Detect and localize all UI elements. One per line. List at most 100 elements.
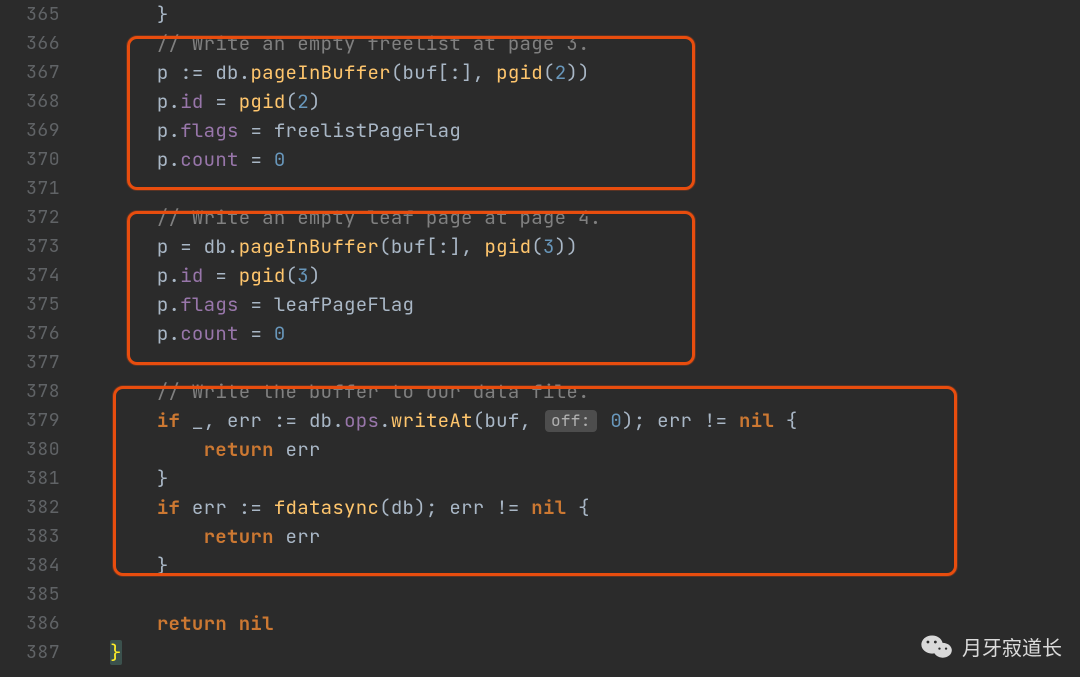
line-number: 365 (0, 0, 78, 29)
code-line[interactable]: p.count = 0 (78, 319, 1080, 348)
code-editor[interactable]: 365 366 367 368 369 370 371 372 373 374 … (0, 0, 1080, 677)
num-2: 2 (297, 89, 309, 114)
line-number: 378 (0, 377, 78, 406)
op-eq: = (180, 234, 192, 259)
param-hint-off: off: (545, 410, 597, 432)
code-line[interactable]: p.flags = freelistPageFlag (78, 116, 1080, 145)
op-eq: = (215, 263, 227, 288)
code-area[interactable]: } // Write an empty freelist at page 3. … (78, 0, 1080, 677)
kw-nil: nil (531, 495, 566, 520)
ident-err: err (192, 495, 227, 520)
num-0: 0 (274, 147, 286, 172)
line-number: 383 (0, 522, 78, 551)
line-number: 368 (0, 87, 78, 116)
kw-if: if (157, 408, 180, 433)
code-line[interactable] (78, 174, 1080, 203)
brace-close: } (157, 2, 169, 27)
field-flags: flags (180, 118, 239, 143)
field-count: count (180, 321, 239, 346)
line-number: 381 (0, 464, 78, 493)
ident-p: p (157, 147, 169, 172)
call-pageinbuffer: pageInBuffer (250, 60, 390, 85)
ident-p: p (157, 292, 169, 317)
code-line[interactable]: // Write an empty leaf page at page 4. (78, 203, 1080, 232)
ident-p: p (157, 263, 169, 288)
ident-err: err (449, 495, 484, 520)
num-2: 2 (555, 60, 567, 85)
line-number: 367 (0, 58, 78, 87)
line-number: 369 (0, 116, 78, 145)
kw-return: return (204, 437, 274, 462)
code-line[interactable]: return err (78, 435, 1080, 464)
code-line[interactable]: if err := fdatasync(db); err != nil { (78, 493, 1080, 522)
code-line[interactable] (78, 580, 1080, 609)
field-id: id (180, 89, 203, 114)
op-ne: != (704, 408, 727, 433)
op-eq: = (250, 118, 262, 143)
ident-db: db (391, 495, 414, 520)
slice-op: [:] (426, 234, 461, 259)
ident-err: err (286, 437, 321, 462)
ident-buf: buf (391, 234, 426, 259)
line-number: 377 (0, 348, 78, 377)
line-number: 384 (0, 551, 78, 580)
slice-op: [:] (438, 60, 473, 85)
line-number: 385 (0, 580, 78, 609)
num-0: 0 (610, 408, 622, 433)
code-line[interactable]: // Write the buffer to our data file. (78, 377, 1080, 406)
code-line[interactable]: if _, err := db.ops.writeAt(buf, off: 0)… (78, 406, 1080, 435)
op-ne: != (496, 495, 519, 520)
line-number: 374 (0, 261, 78, 290)
blank-ident: _ (192, 408, 204, 433)
code-line[interactable]: } (78, 0, 1080, 29)
code-line[interactable] (78, 348, 1080, 377)
code-line[interactable]: // Write an empty freelist at page 3. (78, 29, 1080, 58)
kw-return: return (204, 524, 274, 549)
num-0: 0 (274, 321, 286, 346)
const-leafpageflag: leafPageFlag (274, 292, 414, 317)
code-line[interactable]: } (78, 638, 1080, 667)
ident-p: p (157, 118, 169, 143)
ident-buf: buf (403, 60, 438, 85)
line-number: 366 (0, 29, 78, 58)
code-line[interactable]: p.id = pgid(2) (78, 87, 1080, 116)
brace-close-matched: } (110, 640, 122, 665)
code-line[interactable]: } (78, 551, 1080, 580)
line-number: 380 (0, 435, 78, 464)
comment: // Write the buffer to our data file. (157, 379, 590, 404)
call-pgid: pgid (239, 263, 286, 288)
code-line[interactable]: p = db.pageInBuffer(buf[:], pgid(3)) (78, 232, 1080, 261)
ident-db: db (215, 60, 238, 85)
code-line[interactable]: p.flags = leafPageFlag (78, 290, 1080, 319)
code-line[interactable]: } (78, 464, 1080, 493)
op-assign: := (180, 60, 203, 85)
call-pgid: pgid (496, 60, 543, 85)
ident-db: db (309, 408, 332, 433)
code-line[interactable]: return err (78, 522, 1080, 551)
code-line[interactable]: p.count = 0 (78, 145, 1080, 174)
code-line[interactable]: p := db.pageInBuffer(buf[:], pgid(2)) (78, 58, 1080, 87)
field-ops: ops (344, 408, 379, 433)
brace-close: } (157, 553, 169, 578)
brace-open: { (786, 408, 798, 433)
ident-p: p (157, 234, 169, 259)
line-number: 386 (0, 609, 78, 638)
comment: // Write an empty leaf page at page 4. (157, 205, 602, 230)
op-eq: = (250, 321, 262, 346)
field-id: id (180, 263, 203, 288)
ident-p: p (157, 60, 169, 85)
op-assign: := (274, 408, 297, 433)
ident-p: p (157, 321, 169, 346)
kw-return: return (157, 611, 227, 636)
call-fdatasync: fdatasync (274, 495, 379, 520)
ident-buf: buf (484, 408, 519, 433)
code-line[interactable]: p.id = pgid(3) (78, 261, 1080, 290)
op-assign: := (239, 495, 262, 520)
line-number-gutter: 365 366 367 368 369 370 371 372 373 374 … (0, 0, 78, 677)
code-line[interactable]: return nil (78, 609, 1080, 638)
kw-nil: nil (739, 408, 774, 433)
comment: // Write an empty freelist at page 3. (157, 31, 590, 56)
field-flags: flags (180, 292, 239, 317)
op-eq: = (215, 89, 227, 114)
line-number: 372 (0, 203, 78, 232)
